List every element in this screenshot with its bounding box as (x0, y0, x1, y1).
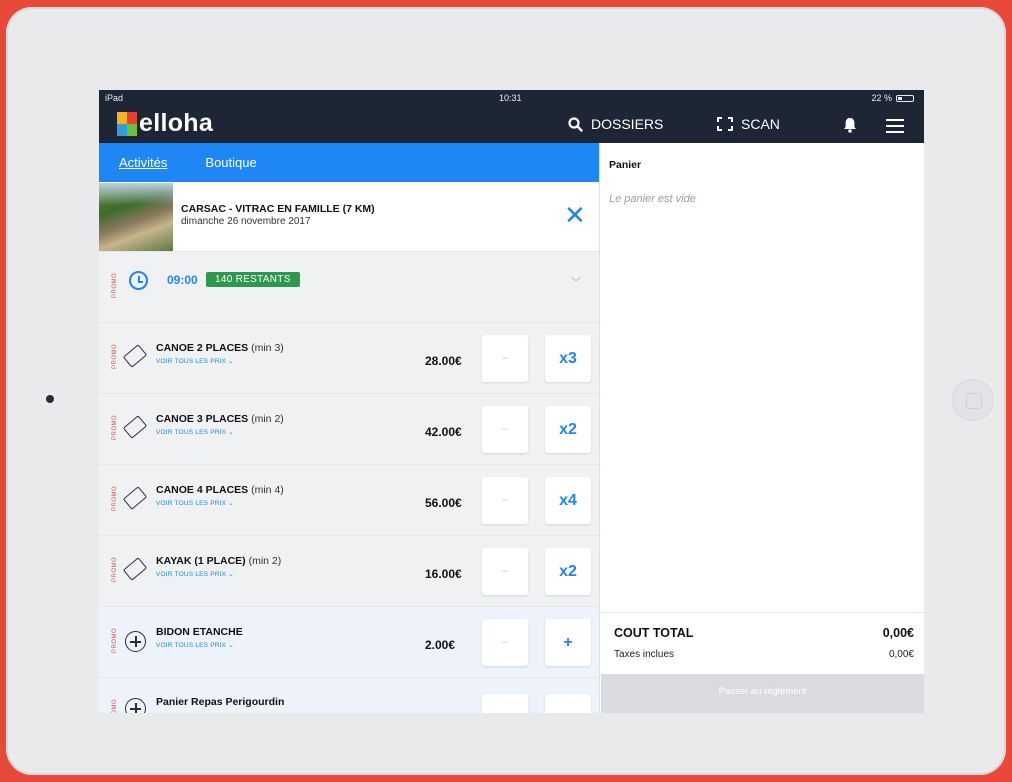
status-right: 22 % (871, 93, 914, 103)
promo-tag: PROMO (112, 272, 118, 298)
ipad-frame: iPad 10:31 22 % elloha DOSSIERS SCAN Act… (6, 7, 1006, 775)
quantity-button[interactable]: x3 (545, 335, 591, 382)
camera-icon (46, 395, 54, 403)
activity-title: CARSAC - VITRAC EN FAMILLE (7 KM) (181, 203, 375, 215)
bell-icon[interactable] (843, 117, 857, 133)
quantity-button[interactable]: x2 (545, 548, 591, 595)
activity-date: dimanche 26 novembre 2017 (181, 216, 311, 227)
see-all-prices-link[interactable]: VOIR TOUS LES PRIX ⌄ (156, 570, 234, 578)
product-price: 42.00€ (425, 425, 462, 439)
search-dossiers-button[interactable]: DOSSIERS (568, 116, 663, 132)
scan-icon (717, 117, 733, 131)
app-logo[interactable]: elloha (117, 109, 213, 138)
tab-bar: Activités Boutique (99, 143, 599, 182)
timeslot-row[interactable]: PROMO 09:00 140 RESTANTS ﹀ (99, 252, 599, 323)
see-all-prices-link[interactable]: VOIR TOUS LES PRIX ⌄ (156, 428, 234, 436)
search-icon (568, 116, 583, 132)
tab-activites[interactable]: Activités (119, 155, 167, 170)
product-name: KAYAK (1 PLACE) (min 2) (156, 555, 282, 567)
checkout-button[interactable]: Passer au règlement (601, 674, 924, 713)
product-row: PROMO CANOE 4 PLACES (min 4) VOIR TOUS L… (99, 465, 599, 536)
add-button[interactable] (545, 694, 591, 713)
tab-boutique[interactable]: Boutique (205, 155, 256, 170)
ticket-icon (122, 557, 148, 581)
hamburger-menu-icon[interactable] (886, 119, 904, 137)
ticket-icon (122, 344, 148, 368)
logo-text: elloha (139, 109, 214, 137)
product-row: PROMO BIDON ETANCHE VOIR TOUS LES PRIX ⌄… (99, 607, 599, 678)
promo-tag: PROMO (112, 343, 118, 369)
product-name: CANOE 3 PLACES (min 2) (156, 413, 284, 425)
see-all-prices-link[interactable]: VOIR TOUS LES PRIX ⌄ (156, 357, 234, 365)
cart-totals: COUT TOTAL 0,00€ Taxes inclues 0,00€ (601, 612, 924, 674)
product-name: BIDON ETANCHE (156, 626, 243, 638)
logo-mark-icon (117, 111, 137, 136)
ticket-icon (122, 415, 148, 439)
promo-tag: PROMO (112, 485, 118, 511)
decrement-button[interactable]: – (482, 548, 528, 595)
tax-label: Taxes inclues (614, 649, 675, 660)
quantity-button[interactable]: x2 (545, 406, 591, 453)
close-icon[interactable]: ✕ (564, 202, 586, 228)
status-device: iPad (105, 93, 124, 103)
total-value: 0,00€ (882, 626, 914, 640)
decrement-button[interactable]: – (482, 477, 528, 524)
remaining-badge: 140 RESTANTS (206, 272, 300, 287)
dossiers-label: DOSSIERS (591, 116, 664, 132)
cart-title: Panier (609, 159, 642, 171)
battery-percent: 22 % (871, 93, 892, 103)
chevron-down-icon[interactable]: ﹀ (571, 274, 581, 289)
home-button[interactable] (952, 379, 994, 421)
decrement-button[interactable]: – (482, 619, 528, 666)
top-bar: iPad 10:31 22 % elloha DOSSIERS SCAN (99, 90, 924, 143)
total-label: COUT TOTAL (614, 626, 694, 640)
product-row: PROMO CANOE 3 PLACES (min 2) VOIR TOUS L… (99, 394, 599, 465)
promo-tag: PROMO (112, 414, 118, 440)
product-price: 16.00€ (425, 567, 462, 581)
alarm-clock-icon (129, 271, 148, 290)
scan-label: SCAN (741, 116, 780, 132)
product-name: Panier Repas Perigourdin (156, 696, 285, 708)
activity-header: CARSAC - VITRAC EN FAMILLE (7 KM) dimanc… (99, 182, 599, 252)
activities-panel: Activités Boutique CARSAC - VITRAC EN FA… (99, 143, 600, 713)
cart-panel: Panier Le panier est vide COUT TOTAL 0,0… (601, 143, 924, 713)
promo-tag: PROMO (112, 556, 118, 582)
product-row: PROMO Panier Repas Perigourdin (99, 678, 599, 713)
quantity-button[interactable]: x4 (545, 477, 591, 524)
add-circle-icon (125, 698, 146, 713)
decrement-button[interactable] (482, 694, 528, 713)
scan-button[interactable]: SCAN (717, 116, 780, 132)
product-name: CANOE 4 PLACES (min 4) (156, 484, 284, 496)
battery-icon (896, 94, 914, 102)
activity-thumbnail (99, 183, 173, 251)
ticket-icon (122, 486, 148, 510)
add-circle-icon (125, 631, 146, 652)
product-price: 28.00€ (425, 354, 462, 368)
app-screen: iPad 10:31 22 % elloha DOSSIERS SCAN Act… (99, 90, 924, 713)
decrement-button[interactable]: – (482, 335, 528, 382)
product-price: 56.00€ (425, 496, 462, 510)
timeslot-time: 09:00 (167, 273, 198, 287)
cart-empty-message: Le panier est vide (609, 193, 696, 205)
product-row: PROMO KAYAK (1 PLACE) (min 2) VOIR TOUS … (99, 536, 599, 607)
product-price: 2.00€ (425, 638, 456, 652)
promo-tag: PROMO (112, 698, 118, 713)
decrement-button[interactable]: – (482, 406, 528, 453)
see-all-prices-link[interactable]: VOIR TOUS LES PRIX ⌄ (156, 499, 234, 507)
tax-value: 0,00€ (888, 649, 914, 660)
promo-tag: PROMO (112, 627, 118, 653)
status-time: 10:31 (499, 93, 522, 103)
product-row: PROMO CANOE 2 PLACES (min 3) VOIR TOUS L… (99, 323, 599, 394)
add-button[interactable]: + (545, 619, 591, 666)
product-name: CANOE 2 PLACES (min 3) (156, 342, 284, 354)
see-all-prices-link[interactable]: VOIR TOUS LES PRIX ⌄ (156, 641, 234, 649)
